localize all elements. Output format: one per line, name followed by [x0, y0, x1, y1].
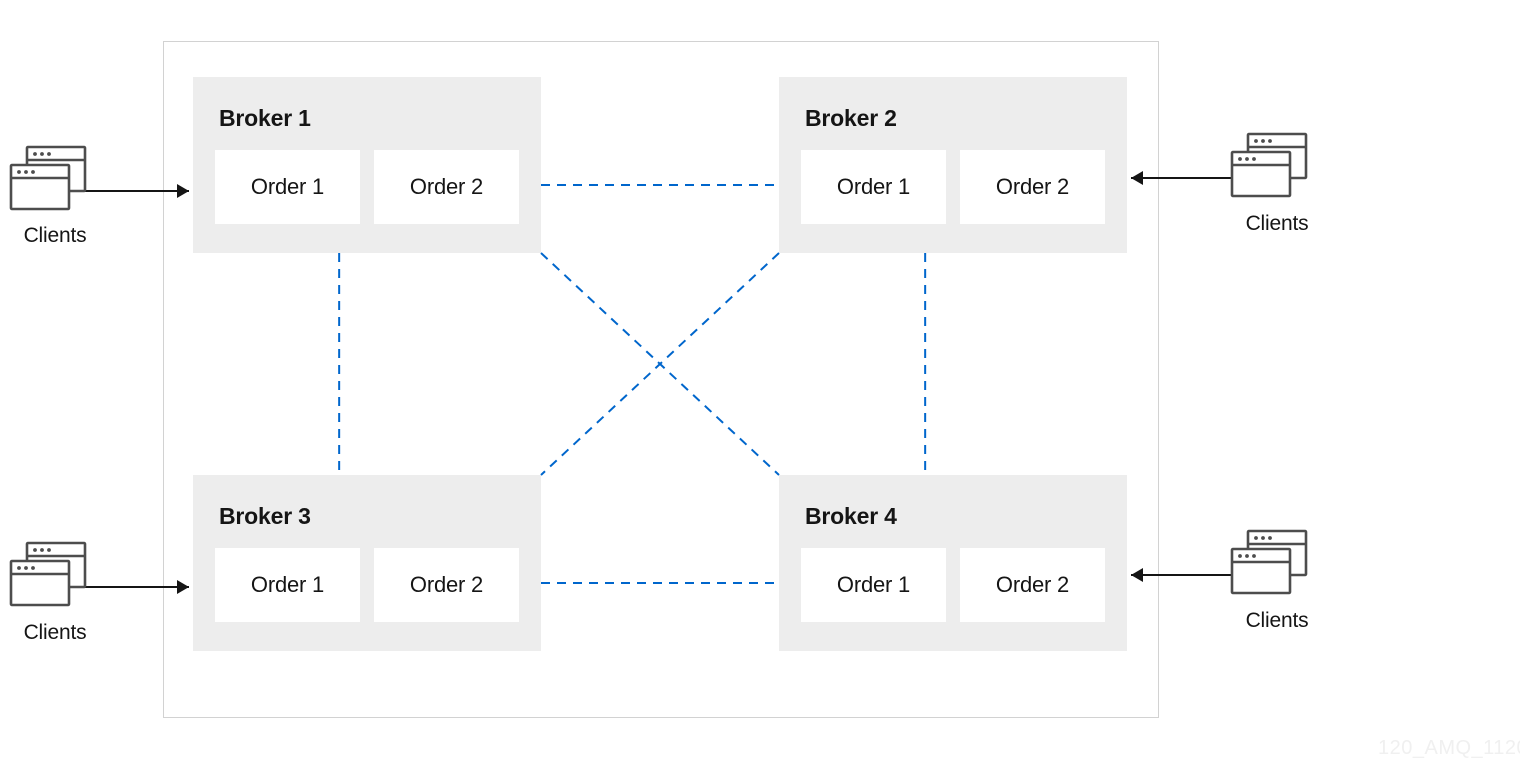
clients-label: Clients	[1232, 212, 1322, 236]
broker-title: Broker 4	[805, 503, 1105, 530]
diagram-id-watermark: 120_AMQ_1120	[1378, 737, 1520, 760]
broker-4: Broker 4 Order 1 Order 2	[779, 475, 1127, 651]
order-box: Order 2	[960, 548, 1105, 622]
order-box: Order 2	[374, 548, 519, 622]
broker-3: Broker 3 Order 1 Order 2	[193, 475, 541, 651]
broker-title: Broker 2	[805, 105, 1105, 132]
clients-label: Clients	[10, 224, 100, 248]
broker-2: Broker 2 Order 1 Order 2	[779, 77, 1127, 253]
order-box: Order 1	[801, 548, 946, 622]
clients-icon	[11, 543, 85, 605]
clients-label: Clients	[1232, 609, 1322, 633]
clients-label: Clients	[10, 621, 100, 645]
broker-1: Broker 1 Order 1 Order 2	[193, 77, 541, 253]
order-box: Order 1	[215, 150, 360, 224]
clients-icon	[11, 147, 85, 209]
order-box: Order 2	[374, 150, 519, 224]
broker-title: Broker 3	[219, 503, 519, 530]
order-box: Order 1	[215, 548, 360, 622]
order-box: Order 2	[960, 150, 1105, 224]
order-box: Order 1	[801, 150, 946, 224]
clients-icon	[1232, 134, 1306, 196]
broker-title: Broker 1	[219, 105, 519, 132]
clients-icon	[1232, 531, 1306, 593]
